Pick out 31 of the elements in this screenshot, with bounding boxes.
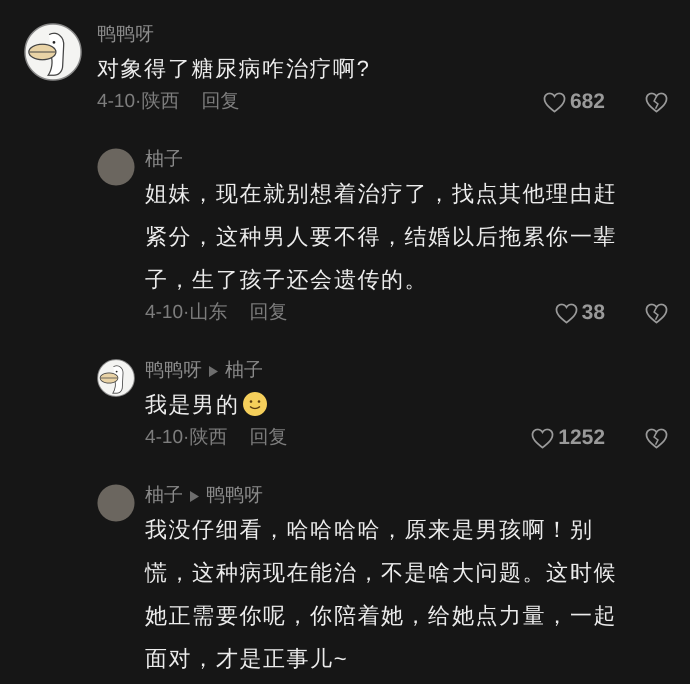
username[interactable]: 柚子	[225, 359, 263, 383]
reply-link[interactable]: 回复	[201, 90, 240, 114]
broken-heart-icon[interactable]	[645, 92, 668, 112]
broken-heart-icon[interactable]	[645, 302, 668, 324]
heart-icon[interactable]	[531, 428, 554, 448]
comment-text: 对象得了糖尿病咋治疗啊?	[97, 56, 370, 81]
comment-meta: 4-10·山东	[145, 301, 228, 325]
broken-heart-icon[interactable]	[645, 428, 668, 448]
duck-avatar	[24, 23, 82, 81]
reply-arrow-icon	[209, 366, 218, 376]
comment-text: 我没仔细看，哈哈哈哈，原来是男孩啊！别慌，这种病现在能治，不是啥大问题。这时候她正需要你呢，你陪着她，给她点力量，一起面对，才是正事儿~	[145, 517, 617, 671]
username[interactable]: 柚子	[145, 484, 183, 508]
username[interactable]: 鸭鸭呀	[145, 359, 202, 383]
like-count: 682	[570, 90, 605, 114]
username[interactable]: 柚子	[145, 148, 183, 172]
comment-meta: 4-10·陕西	[97, 90, 180, 114]
heart-icon[interactable]	[554, 302, 578, 324]
reply-link[interactable]: 回复	[249, 301, 288, 325]
heart-icon[interactable]	[542, 92, 566, 112]
comment-text: 姐妹，现在就别想着治疗了，找点其他理由赶紧分，这种男人要不得，结婚以后拖累你一辈子，生了孩子还会遗传的。	[145, 181, 617, 292]
reply-link[interactable]: 回复	[249, 426, 288, 450]
comment-text: 我是男的	[145, 392, 240, 417]
reply-arrow-icon	[190, 490, 199, 502]
like-count: 38	[582, 301, 605, 325]
like-count: 1252	[558, 426, 605, 450]
avatar-photo-placeholder	[97, 484, 135, 522]
username[interactable]: 鸭鸭呀	[206, 484, 263, 508]
duck-avatar	[97, 359, 135, 397]
comment-meta: 4-10·陕西	[145, 426, 228, 450]
username[interactable]: 鸭鸭呀	[97, 23, 154, 47]
avatar-photo-placeholder	[97, 148, 135, 186]
